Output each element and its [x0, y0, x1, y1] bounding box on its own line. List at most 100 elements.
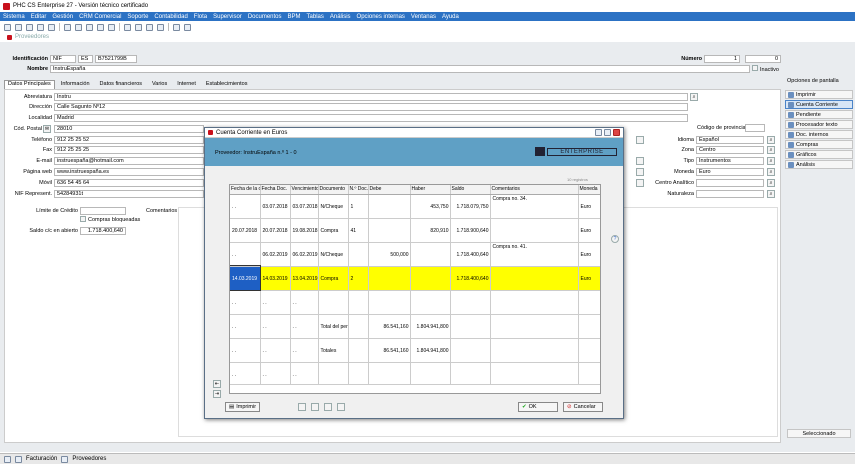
- table-cell[interactable]: 20.07.2018: [230, 218, 261, 243]
- table-cell[interactable]: 1.804.941,800: [410, 314, 451, 339]
- table-cell[interactable]: N/Cheque: [318, 194, 349, 219]
- table-cell[interactable]: 41: [348, 218, 369, 243]
- table-cell[interactable]: . .: [230, 362, 261, 385]
- side-action-button[interactable]: Doc. internos: [785, 130, 853, 139]
- table-cell[interactable]: [490, 290, 579, 315]
- table-cell[interactable]: [578, 290, 600, 315]
- compras-bloq-checkbox[interactable]: [80, 216, 86, 222]
- table-cell[interactable]: 14.03.2019: [260, 266, 291, 291]
- status-facturacion[interactable]: Facturación: [26, 456, 57, 462]
- new-icon[interactable]: [15, 23, 22, 31]
- print-button[interactable]: ▤ Imprimir: [225, 402, 261, 412]
- moneda-select[interactable]: Euro: [696, 168, 764, 176]
- tab[interactable]: Datos financieros: [96, 80, 147, 89]
- column-header[interactable]: Debe: [368, 185, 411, 195]
- table-cell[interactable]: [410, 290, 451, 315]
- edit-icon[interactable]: [37, 23, 44, 31]
- table-cell[interactable]: Totales: [318, 338, 349, 363]
- table-cell[interactable]: 13.04.2019: [290, 266, 319, 291]
- table-cell[interactable]: [368, 290, 411, 315]
- column-header[interactable]: Fecha de la c: [230, 185, 261, 195]
- table-cell[interactable]: Euro: [578, 242, 600, 267]
- codprov-field[interactable]: [745, 124, 765, 132]
- table-cell[interactable]: Compra no. 34.: [490, 194, 579, 219]
- column-header[interactable]: Saldo: [450, 185, 491, 195]
- tipo-select[interactable]: Instrumentos: [696, 157, 764, 165]
- table-cell[interactable]: 820,910: [410, 218, 451, 243]
- table-cell[interactable]: Compra: [318, 218, 349, 243]
- tab[interactable]: Establecimientos: [202, 80, 252, 89]
- table-cell[interactable]: . .: [230, 194, 261, 219]
- table-row[interactable]: . . 06.02.2019 06.02.2019 N/Cheque 500,000 1.…: [230, 242, 600, 267]
- table-row[interactable]: . . 03.07.2018 03.07.2018 N/Cheque 1 453,750 1…: [230, 194, 600, 219]
- table-cell[interactable]: [490, 218, 579, 243]
- table-cell[interactable]: [450, 338, 491, 363]
- menu-item[interactable]: Soporte: [124, 14, 151, 20]
- table-cell[interactable]: 453,750: [410, 194, 451, 219]
- side-action-button[interactable]: Compras: [785, 140, 853, 149]
- table-cell[interactable]: 14.03.2019: [230, 265, 261, 291]
- search-icon[interactable]: ⌕: [767, 190, 775, 198]
- menu-item[interactable]: Sistema: [0, 14, 28, 20]
- table-cell[interactable]: [410, 242, 451, 267]
- table-cell[interactable]: Euro: [578, 194, 600, 219]
- table-cell[interactable]: [578, 338, 600, 363]
- table-cell[interactable]: 500,000: [368, 242, 411, 267]
- search-icon[interactable]: [4, 23, 11, 31]
- table-row[interactable]: 14.03.2019 14.03.2019 13.04.2019 Compra 2 1.7…: [230, 265, 600, 291]
- side-action-button[interactable]: Cuenta Corriente: [785, 100, 853, 109]
- table-cell[interactable]: [450, 290, 491, 315]
- column-header[interactable]: Documento: [318, 185, 349, 195]
- help-icon[interactable]: [173, 23, 180, 31]
- table-cell[interactable]: 2: [348, 266, 369, 291]
- table-cell[interactable]: . .: [230, 290, 261, 315]
- filter-icon[interactable]: [75, 23, 82, 31]
- side-action-button[interactable]: Procesador texto: [785, 120, 853, 129]
- table-cell[interactable]: Euro: [578, 218, 600, 243]
- menu-item[interactable]: Documentos: [245, 14, 285, 20]
- menu-item[interactable]: CRM Comercial: [76, 14, 124, 20]
- table-cell[interactable]: 1.718.400,640: [450, 242, 491, 267]
- search-icon[interactable]: ⌕: [767, 136, 775, 144]
- status-proveedores[interactable]: Proveedores: [72, 456, 106, 462]
- seleccionado-button[interactable]: Seleccionado: [787, 429, 851, 438]
- numero2-field[interactable]: 0: [745, 55, 781, 63]
- nombre-field[interactable]: InstruEspaña: [50, 65, 750, 73]
- column-header[interactable]: Comentarios: [490, 185, 579, 195]
- country-field[interactable]: ES: [78, 55, 93, 63]
- table-cell[interactable]: [348, 314, 369, 339]
- table-row[interactable]: . .. .. .: [230, 362, 600, 385]
- table-cell[interactable]: [368, 362, 411, 385]
- table-cell[interactable]: . .: [290, 338, 319, 363]
- table-row[interactable]: . .. .. . Total del per 86.541,160 1.804.94…: [230, 314, 600, 339]
- side-action-button[interactable]: Pendiente: [785, 110, 853, 119]
- column-header[interactable]: Vencimiento: [290, 185, 319, 195]
- prev-record-icon[interactable]: [135, 23, 142, 31]
- table-cell[interactable]: . .: [260, 362, 291, 385]
- menu-item[interactable]: Contabilidad: [151, 14, 190, 20]
- table-cell[interactable]: [368, 194, 411, 219]
- column-header[interactable]: Moneda: [578, 185, 600, 195]
- table-cell[interactable]: [318, 290, 349, 315]
- direccion-field[interactable]: Calle Sagunto Nº12: [54, 103, 688, 111]
- zona-select[interactable]: Centro: [696, 146, 764, 154]
- table-cell[interactable]: [368, 266, 411, 291]
- table-cell[interactable]: [348, 242, 369, 267]
- menu-item[interactable]: Tablas: [304, 14, 327, 20]
- table-cell[interactable]: [368, 218, 411, 243]
- table-cell[interactable]: [578, 314, 600, 339]
- table-cell[interactable]: 03.07.2018: [260, 194, 291, 219]
- table-cell[interactable]: 1.804.941,800: [410, 338, 451, 363]
- table-cell[interactable]: [410, 362, 451, 385]
- table-cell[interactable]: [318, 362, 349, 385]
- excel-icon[interactable]: [311, 403, 319, 411]
- search-icon[interactable]: ⌕: [767, 157, 775, 165]
- table-cell[interactable]: [490, 314, 579, 339]
- table-cell[interactable]: . .: [290, 314, 319, 339]
- delete-icon[interactable]: [48, 23, 55, 31]
- next-record-icon[interactable]: [146, 23, 153, 31]
- table-cell[interactable]: 1.718.079,750: [450, 194, 491, 219]
- centro-select[interactable]: [696, 179, 764, 187]
- cp-field[interactable]: 28010: [54, 125, 204, 133]
- table-cell[interactable]: . .: [290, 362, 319, 385]
